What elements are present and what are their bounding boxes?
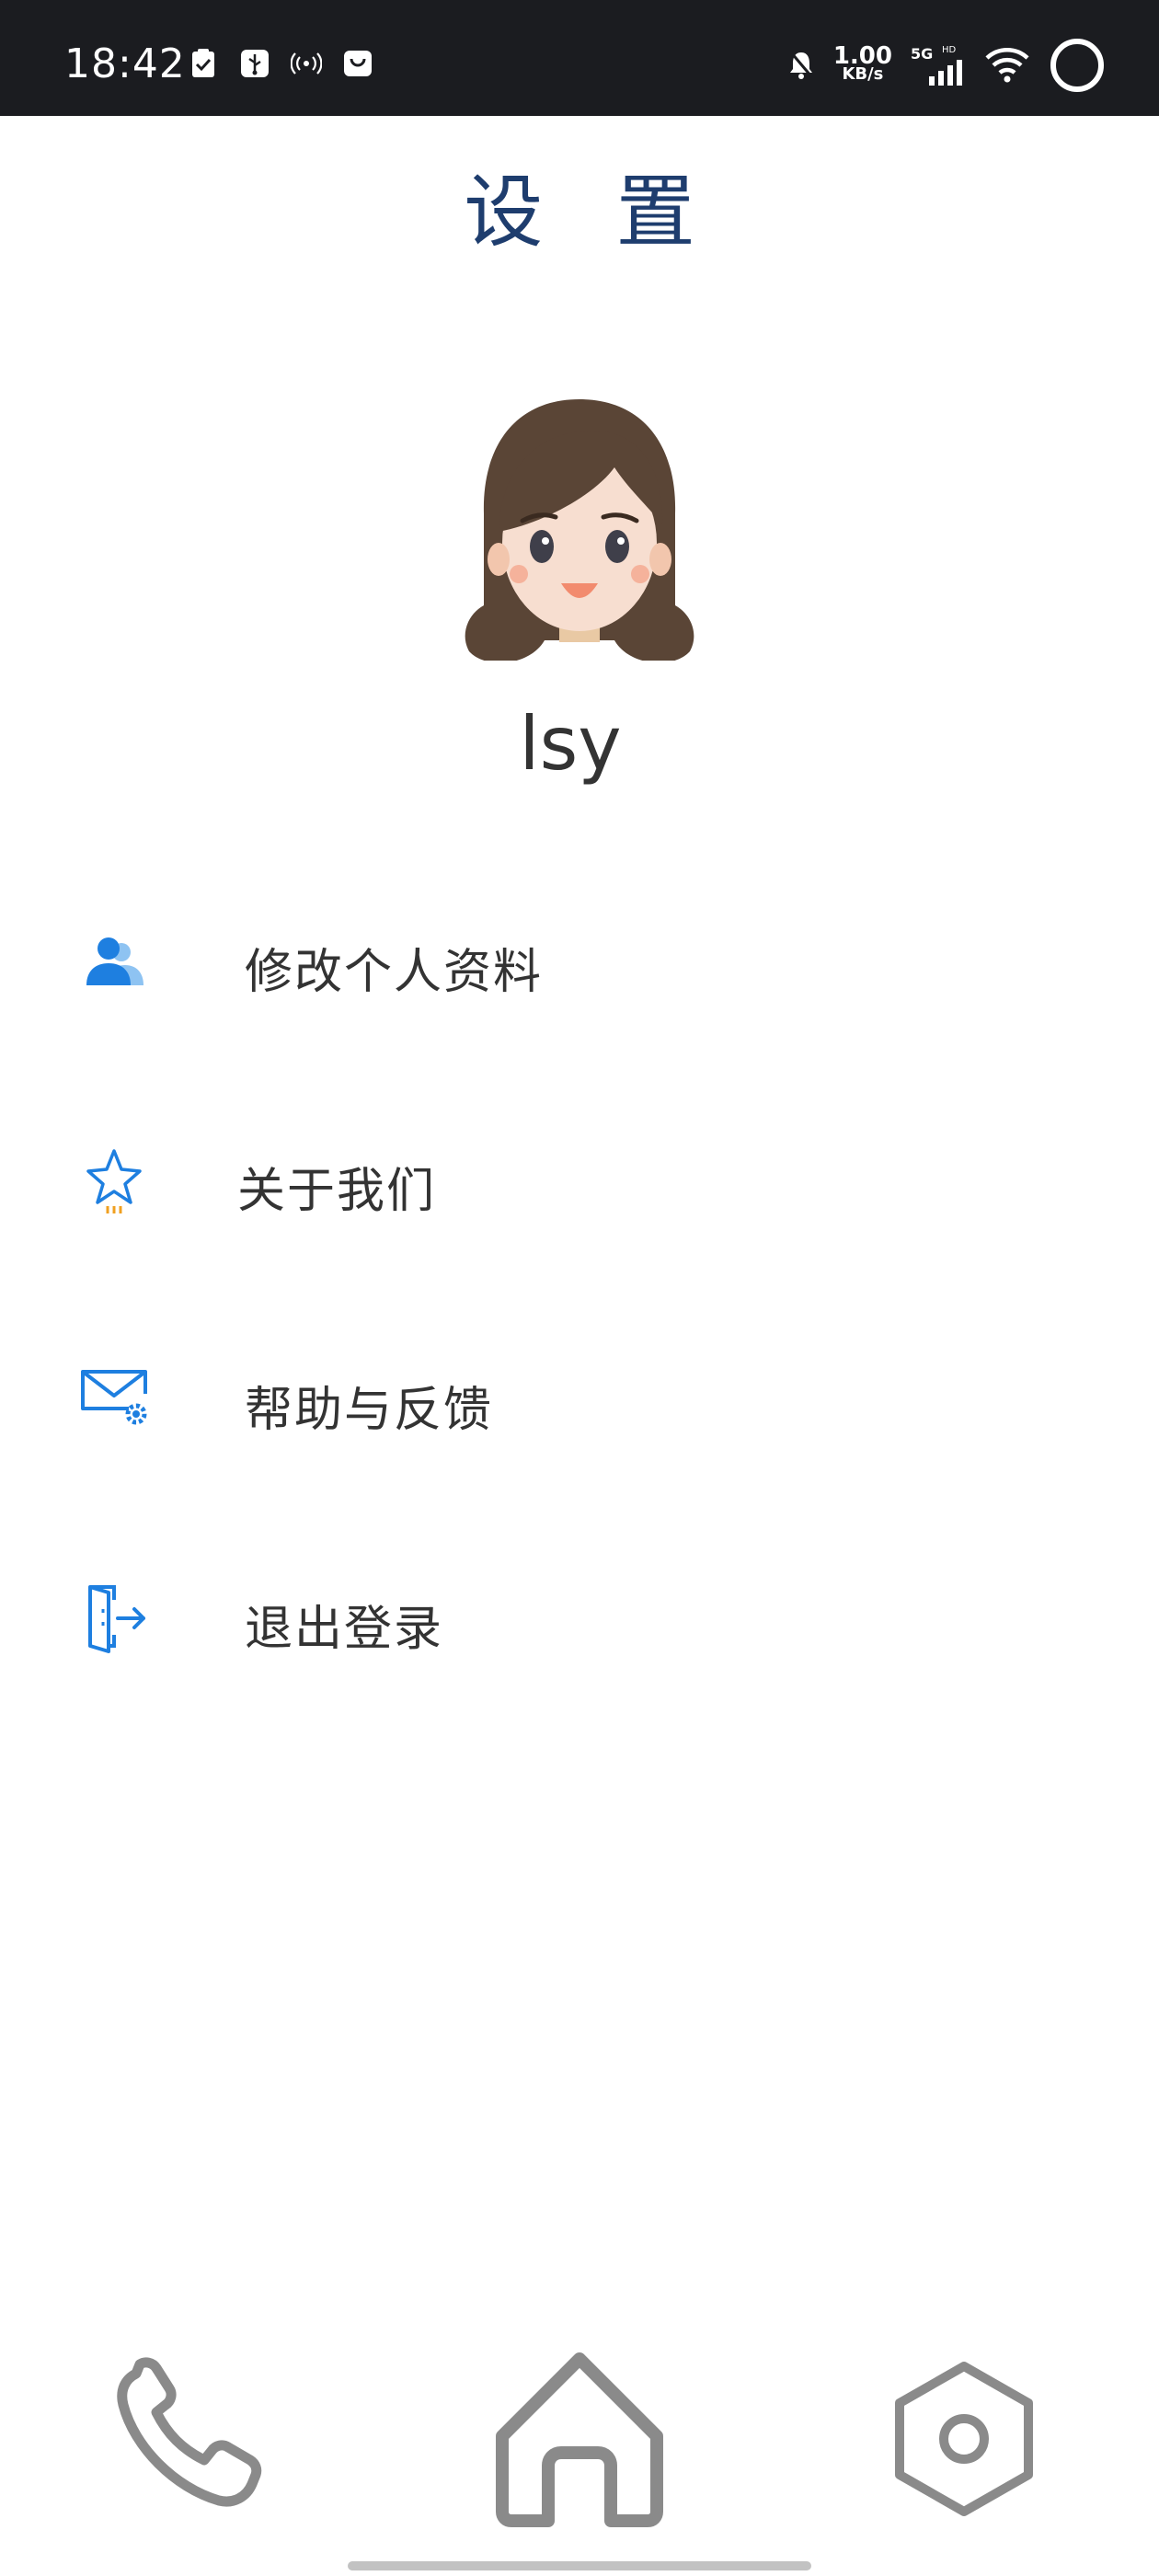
menu-label-about-us: 关于我们 [237, 1164, 437, 1219]
user-group-icon [86, 937, 143, 985]
net-speed: 1.00 KB/s [832, 42, 892, 84]
hd-badge: HD [942, 45, 957, 55]
signal-icon [929, 60, 962, 86]
menu-label-edit-profile: 修改个人资料 [245, 945, 544, 1000]
star-icon [86, 1149, 142, 1213]
hotspot-icon [291, 52, 322, 75]
nav-settings-button[interactable] [872, 2346, 1056, 2530]
username: lsy [519, 701, 622, 787]
circle-icon [1050, 39, 1104, 92]
signal-group: 5G HD [911, 45, 966, 86]
menu-item-about-us[interactable]: 关于我们 [0, 1111, 1159, 1249]
alarm-off-icon [789, 52, 812, 79]
usb-icon [241, 50, 269, 77]
status-time: 18:42 [64, 40, 186, 87]
nav-home-button[interactable] [488, 2346, 671, 2530]
menu-item-logout[interactable]: 退出登录 [0, 1549, 1159, 1687]
status-icons-left [188, 48, 373, 79]
mail-settings-icon [81, 1370, 147, 1425]
phone-icon [117, 2357, 262, 2507]
menu-item-edit-profile[interactable]: 修改个人资料 [0, 892, 1159, 1030]
logout-door-icon [88, 1585, 145, 1653]
home-indicator[interactable] [348, 2561, 811, 2570]
status-bar: 18:42 1.00 KB/s 5G HD [0, 0, 1159, 116]
page-title: 设 置 [464, 167, 719, 259]
settings-hexagon-icon [895, 2362, 1033, 2516]
home-icon [496, 2352, 663, 2527]
menu-label-logout: 退出登录 [245, 1602, 444, 1657]
nav-phone-button[interactable] [101, 2346, 285, 2530]
status-icons-right: 1.00 KB/s 5G HD [787, 37, 1106, 94]
cartoon-girl-avatar-icon[interactable] [458, 394, 701, 661]
bottom-nav [0, 2328, 1159, 2527]
clipboard-check-icon [192, 49, 214, 77]
bag-icon [344, 51, 372, 76]
wifi-icon [985, 48, 1029, 83]
menu-item-help-feedback[interactable]: 帮助与反馈 [0, 1330, 1159, 1468]
net-speed-value: 1.00 [832, 42, 892, 70]
net-speed-unit: KB/s [842, 64, 884, 84]
menu-label-help-feedback: 帮助与反馈 [245, 1383, 494, 1438]
